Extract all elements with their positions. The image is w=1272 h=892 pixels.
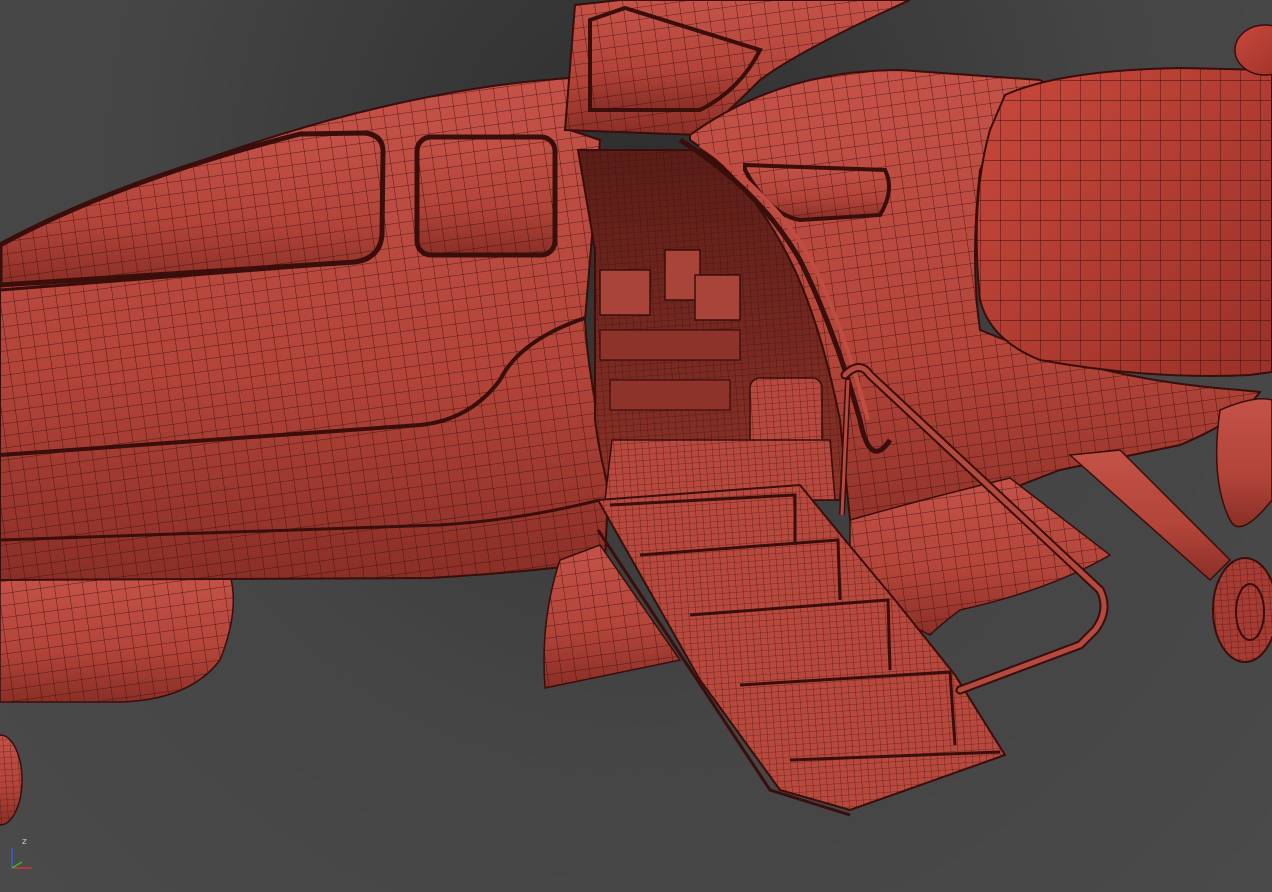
aircraft-wireframe-model[interactable]	[0, 0, 1272, 892]
y-axis-line	[11, 861, 23, 869]
z-axis-label: z	[22, 837, 27, 847]
nose-gear	[0, 734, 23, 826]
cabin-window-rear	[414, 134, 558, 258]
axis-gizmo: z	[11, 837, 32, 869]
cabin-window-front	[0, 130, 386, 288]
fuselage-lower-pod	[0, 574, 235, 703]
3d-viewport[interactable]: z	[0, 0, 1272, 892]
